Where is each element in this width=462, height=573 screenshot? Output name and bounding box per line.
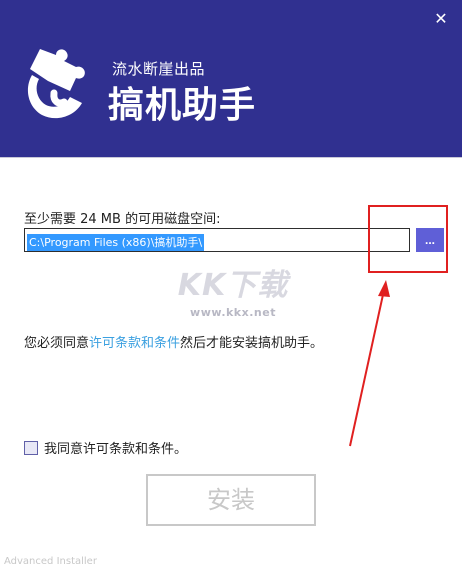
browse-button[interactable]: ...: [416, 228, 444, 252]
terms-text-after: 然后才能安装搞机助手。: [180, 336, 324, 351]
watermark-url: www.kkx.net: [190, 306, 276, 319]
disk-space-label: 至少需要 24 MB 的可用磁盘空间:: [24, 212, 221, 227]
terms-notice: 您必须同意许可条款和条件然后才能安装搞机助手。: [24, 332, 323, 351]
watermark: KK下载 www.kkx.net: [168, 260, 298, 319]
watermark-logo: KK下载: [177, 268, 289, 303]
agree-row: 我同意许可条款和条件。: [24, 438, 187, 457]
install-path-value: C:\Program Files (x86)\搞机助手\: [27, 234, 205, 251]
close-button[interactable]: ✕: [430, 8, 452, 30]
brand-title: 搞机助手: [108, 85, 257, 126]
installer-header: ✕ 流水断崖出品 搞机助手: [0, 0, 462, 157]
close-icon: ✕: [434, 9, 448, 28]
agree-checkbox[interactable]: [24, 440, 38, 455]
install-button[interactable]: 安装: [146, 474, 316, 526]
app-logo-icon: [27, 49, 85, 119]
agree-label[interactable]: 我同意许可条款和条件。: [44, 438, 187, 457]
terms-text-before: 您必须同意: [24, 336, 90, 351]
installer-window: ✕ 流水断崖出品 搞机助手 至少需要 24 MB 的可用磁盘空间: C:\Pro…: [0, 0, 462, 573]
terms-link[interactable]: 许可条款和条件: [89, 336, 180, 351]
footer-brand: Advanced Installer: [4, 556, 97, 567]
install-path-input[interactable]: C:\Program Files (x86)\搞机助手\: [24, 228, 410, 252]
install-panel: 至少需要 24 MB 的可用磁盘空间: C:\Program Files (x8…: [0, 157, 462, 573]
